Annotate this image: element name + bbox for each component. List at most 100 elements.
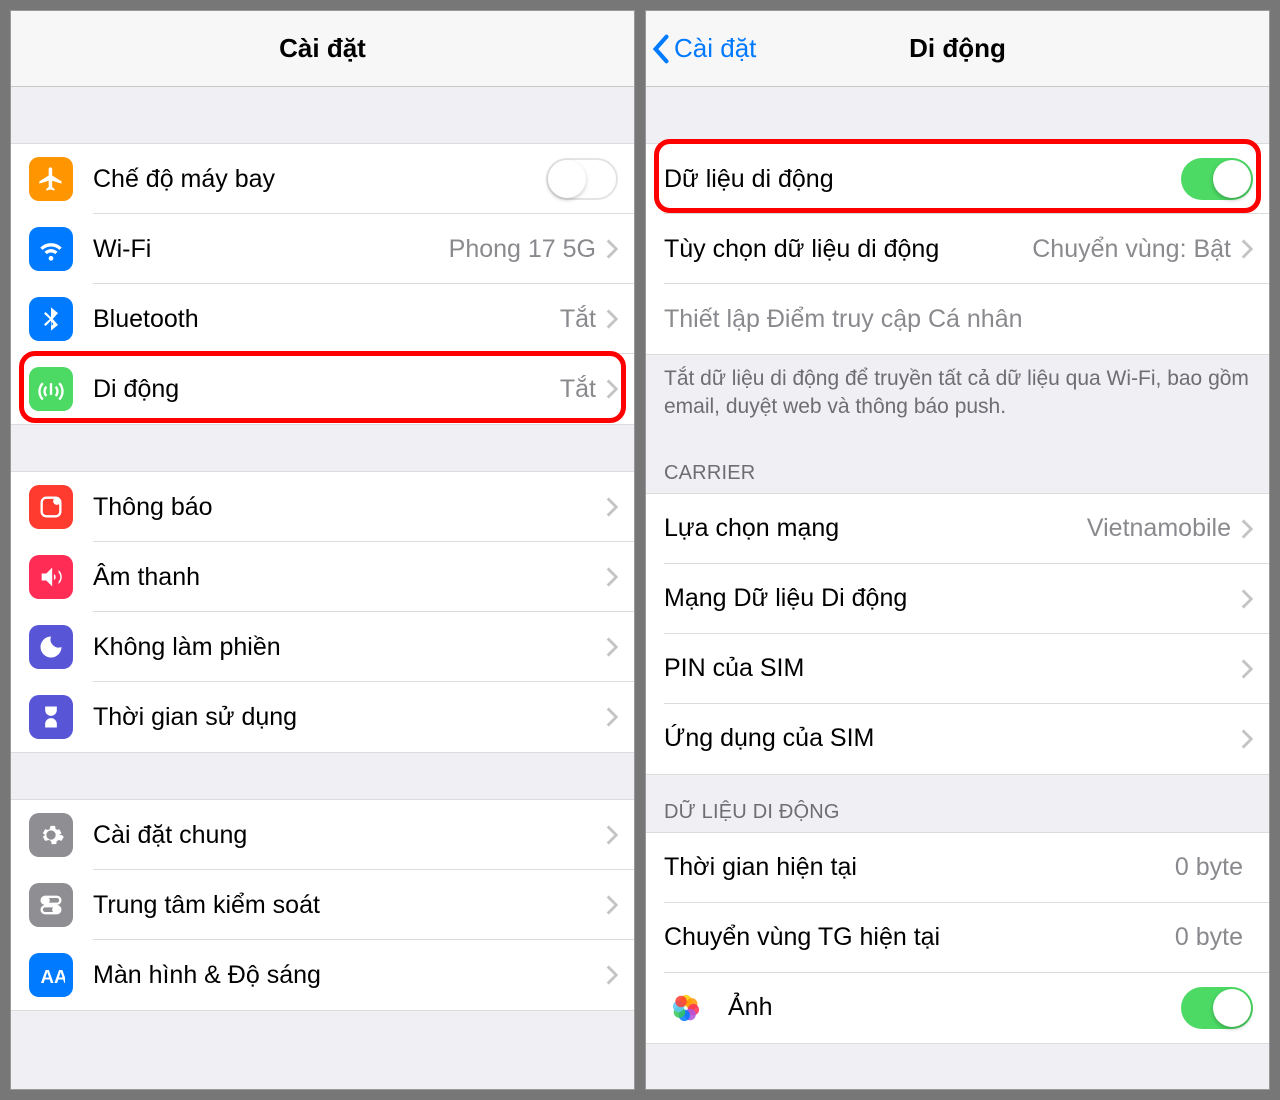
data-options-value: Chuyển vùng: Bật	[1032, 235, 1231, 264]
row-app-photos[interactable]: Ảnh	[646, 973, 1269, 1043]
row-cellular-data[interactable]: Dữ liệu di động	[646, 144, 1269, 214]
group-cellular-data: Dữ liệu di động Tùy chọn dữ liệu di động…	[646, 143, 1269, 355]
photos-app-label: Ảnh	[728, 993, 1181, 1022]
wifi-value: Phong 17 5G	[449, 235, 596, 264]
row-roaming-period[interactable]: Chuyển vùng TG hiện tại 0 byte	[646, 903, 1269, 973]
notifications-icon	[29, 485, 73, 529]
settings-content: Chế độ máy bay Wi-Fi Phong 17 5G Bluetoo…	[11, 87, 634, 1089]
chevron-right-icon	[606, 567, 618, 587]
display-label: Màn hình & Độ sáng	[93, 961, 606, 990]
roaming-period-label: Chuyển vùng TG hiện tại	[664, 923, 1175, 952]
group-general: Cài đặt chung Trung tâm kiểm soát AA Màn…	[11, 799, 634, 1011]
dnd-icon	[29, 625, 73, 669]
screentime-icon	[29, 695, 73, 739]
network-selection-value: Vietnamobile	[1087, 514, 1231, 543]
navbar-left: Cài đặt	[11, 11, 634, 87]
cellular-value: Tắt	[560, 375, 596, 404]
row-sound[interactable]: Âm thanh	[11, 542, 634, 612]
roaming-period-value: 0 byte	[1175, 923, 1243, 952]
general-icon	[29, 813, 73, 857]
wifi-label: Wi-Fi	[93, 235, 449, 264]
row-current-period[interactable]: Thời gian hiện tại 0 byte	[646, 833, 1269, 903]
row-cellular[interactable]: Di động Tắt	[11, 354, 634, 424]
row-airplane[interactable]: Chế độ máy bay	[11, 144, 634, 214]
sim-pin-label: PIN của SIM	[664, 654, 1241, 683]
chevron-right-icon	[606, 637, 618, 657]
screentime-label: Thời gian sử dụng	[93, 703, 606, 732]
general-label: Cài đặt chung	[93, 821, 606, 850]
airplane-toggle[interactable]	[546, 158, 618, 200]
row-data-options[interactable]: Tùy chọn dữ liệu di động Chuyển vùng: Bậ…	[646, 214, 1269, 284]
photos-app-toggle[interactable]	[1181, 987, 1253, 1029]
photos-app-icon	[664, 986, 708, 1030]
chevron-right-icon	[606, 707, 618, 727]
sound-icon	[29, 555, 73, 599]
control-center-icon	[29, 883, 73, 927]
chevron-right-icon	[606, 239, 618, 259]
group-connectivity: Chế độ máy bay Wi-Fi Phong 17 5G Bluetoo…	[11, 143, 634, 425]
bluetooth-icon	[29, 297, 73, 341]
row-display[interactable]: AA Màn hình & Độ sáng	[11, 940, 634, 1010]
svg-text:AA: AA	[41, 966, 66, 987]
dnd-label: Không làm phiền	[93, 633, 606, 662]
back-button[interactable]: Cài đặt	[652, 33, 756, 64]
row-dnd[interactable]: Không làm phiền	[11, 612, 634, 682]
row-bluetooth[interactable]: Bluetooth Tắt	[11, 284, 634, 354]
chevron-right-icon	[606, 965, 618, 985]
network-selection-label: Lựa chọn mạng	[664, 514, 1087, 543]
row-notifications[interactable]: Thông báo	[11, 472, 634, 542]
chevron-right-icon	[1241, 659, 1253, 679]
row-network-selection[interactable]: Lựa chọn mạng Vietnamobile	[646, 494, 1269, 564]
cellular-footer-text: Tắt dữ liệu di động để truyền tất cả dữ …	[646, 355, 1269, 436]
current-period-value: 0 byte	[1175, 853, 1243, 882]
data-usage-header: DỮ LIỆU DI ĐỘNG	[646, 775, 1269, 832]
row-data-network[interactable]: Mạng Dữ liệu Di động	[646, 564, 1269, 634]
group-data-usage: Thời gian hiện tại 0 byte Chuyển vùng TG…	[646, 832, 1269, 1044]
wifi-icon	[29, 227, 73, 271]
sim-apps-label: Ứng dụng của SIM	[664, 724, 1241, 753]
page-title: Di động	[909, 33, 1006, 64]
chevron-right-icon	[606, 895, 618, 915]
cellular-label: Di động	[93, 375, 560, 404]
carrier-header: CARRIER	[646, 436, 1269, 493]
chevron-left-icon	[652, 34, 670, 64]
navbar-right: Cài đặt Di động	[646, 11, 1269, 87]
data-network-label: Mạng Dữ liệu Di động	[664, 584, 1241, 613]
data-options-label: Tùy chọn dữ liệu di động	[664, 235, 1032, 264]
page-title: Cài đặt	[279, 33, 366, 64]
cellular-data-label: Dữ liệu di động	[664, 165, 1181, 194]
chevron-right-icon	[606, 379, 618, 399]
cellular-content: Dữ liệu di động Tùy chọn dữ liệu di động…	[646, 87, 1269, 1089]
chevron-right-icon	[606, 825, 618, 845]
sound-label: Âm thanh	[93, 563, 606, 592]
chevron-right-icon	[1241, 519, 1253, 539]
bluetooth-label: Bluetooth	[93, 305, 560, 334]
chevron-right-icon	[606, 309, 618, 329]
notifications-label: Thông báo	[93, 493, 606, 522]
current-period-label: Thời gian hiện tại	[664, 853, 1175, 882]
display-icon: AA	[29, 953, 73, 997]
hotspot-label: Thiết lập Điểm truy cập Cá nhân	[664, 305, 1253, 334]
row-control-center[interactable]: Trung tâm kiểm soát	[11, 870, 634, 940]
row-wifi[interactable]: Wi-Fi Phong 17 5G	[11, 214, 634, 284]
row-general[interactable]: Cài đặt chung	[11, 800, 634, 870]
group-notifications: Thông báo Âm thanh Không làm phiền	[11, 471, 634, 753]
cellular-screen: Cài đặt Di động Dữ liệu di động Tùy chọn…	[645, 10, 1270, 1090]
airplane-icon	[29, 157, 73, 201]
cellular-icon	[29, 367, 73, 411]
bluetooth-value: Tắt	[560, 305, 596, 334]
row-hotspot: Thiết lập Điểm truy cập Cá nhân	[646, 284, 1269, 354]
chevron-right-icon	[1241, 729, 1253, 749]
row-screentime[interactable]: Thời gian sử dụng	[11, 682, 634, 752]
settings-screen: Cài đặt Chế độ máy bay Wi-Fi Phong 17 5G	[10, 10, 635, 1090]
chevron-right-icon	[1241, 239, 1253, 259]
airplane-label: Chế độ máy bay	[93, 165, 546, 194]
back-label: Cài đặt	[674, 33, 756, 64]
group-carrier: Lựa chọn mạng Vietnamobile Mạng Dữ liệu …	[646, 493, 1269, 775]
chevron-right-icon	[1241, 589, 1253, 609]
row-sim-pin[interactable]: PIN của SIM	[646, 634, 1269, 704]
cellular-data-toggle[interactable]	[1181, 158, 1253, 200]
row-sim-apps[interactable]: Ứng dụng của SIM	[646, 704, 1269, 774]
chevron-right-icon	[606, 497, 618, 517]
control-center-label: Trung tâm kiểm soát	[93, 891, 606, 920]
